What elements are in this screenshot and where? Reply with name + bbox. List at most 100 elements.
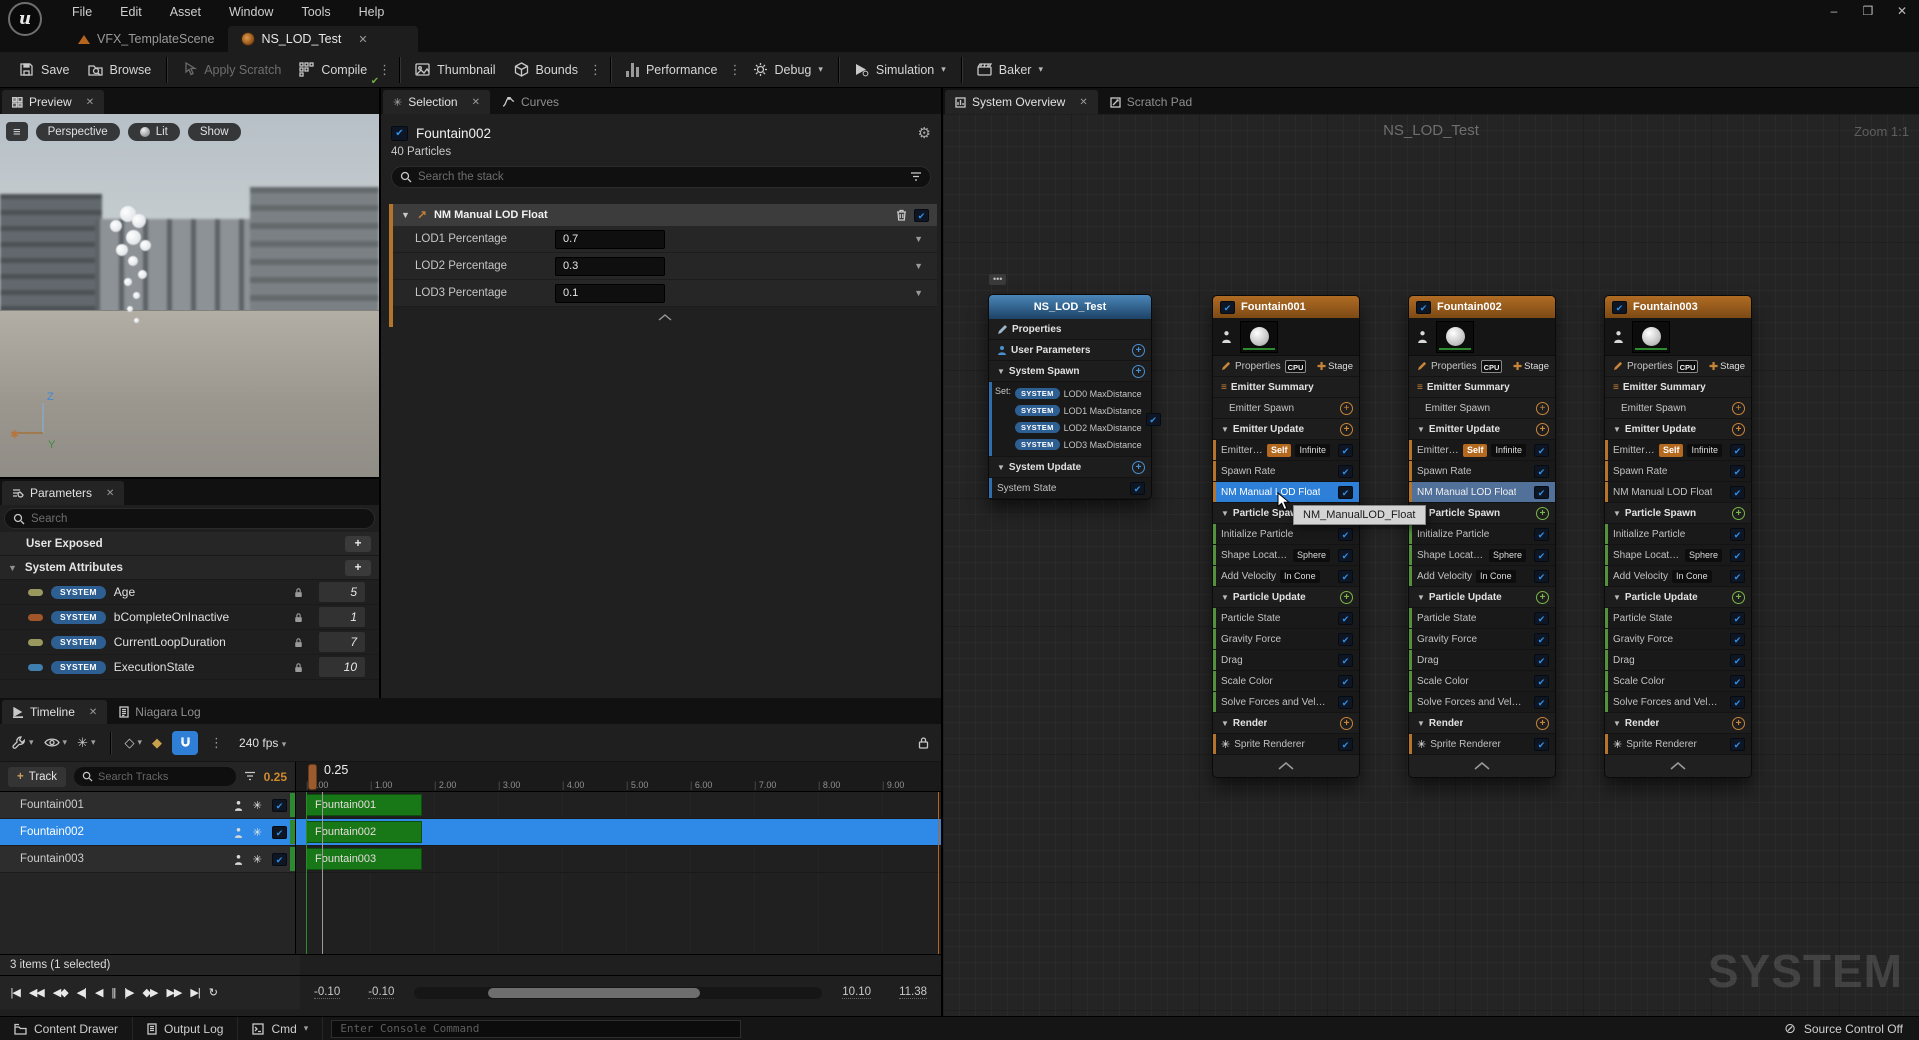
console-input[interactable]	[340, 1022, 732, 1035]
timeline-track-row[interactable]: Fountain002 ✳	[0, 819, 295, 846]
solve-forces-row[interactable]: Solve Forces and Velocity	[1409, 692, 1555, 713]
emitter-spawn-row[interactable]: Emitter Spawn	[1213, 398, 1359, 419]
add-icon[interactable]	[1732, 591, 1745, 604]
working-range-end[interactable]: 11.38	[899, 986, 927, 999]
system-node-header[interactable]: NS_LOD_Test	[989, 295, 1151, 319]
system-state-row[interactable]: System State	[989, 478, 1151, 499]
system-attribute-row[interactable]: SYSTEM Age 5	[0, 580, 379, 605]
tab-preview[interactable]: Preview ✕	[2, 90, 104, 114]
particle-state-row[interactable]: Particle State	[1213, 608, 1359, 629]
scale-color-row[interactable]: Scale Color	[1213, 671, 1359, 692]
properties-row[interactable]: Properties CPU ✚Stage	[1605, 356, 1751, 377]
gravity-force-row[interactable]: Gravity Force	[1409, 629, 1555, 650]
jump-to-start-button[interactable]: ◀◀	[24, 986, 48, 999]
properties-row[interactable]: Properties CPU ✚Stage	[1213, 356, 1359, 377]
goto-working-start-button[interactable]: |◀	[6, 986, 24, 999]
enabled-checkbox[interactable]	[1534, 549, 1549, 562]
collapse-arrow-icon[interactable]: ▼	[1613, 593, 1621, 602]
add-icon[interactable]	[1536, 402, 1549, 415]
playback-options-button[interactable]: ✳ ▾	[77, 735, 95, 751]
add-icon[interactable]	[1132, 344, 1145, 357]
content-drawer-button[interactable]: Content Drawer	[0, 1017, 133, 1040]
drag-row[interactable]: Drag	[1605, 650, 1751, 671]
system-spawn-row[interactable]: ▼ System Spawn	[989, 361, 1151, 382]
emitter-summary-row[interactable]: ≡ Emitter Summary	[1213, 377, 1359, 398]
tab-system-overview[interactable]: System Overview ✕	[945, 90, 1098, 114]
close-tab-icon[interactable]: ✕	[106, 488, 114, 499]
emitter-summary-row[interactable]: ≡ Emitter Summary	[1605, 377, 1751, 398]
render-row[interactable]: ▼ Render	[1605, 713, 1751, 734]
enabled-checkbox[interactable]	[1730, 486, 1745, 499]
pause-button[interactable]: ||	[107, 987, 120, 999]
add-icon[interactable]	[1536, 507, 1549, 520]
stage-button[interactable]: ✚Stage	[1513, 360, 1549, 373]
lod1-percentage-input[interactable]	[555, 230, 665, 249]
render-row[interactable]: ▼ Render	[1213, 713, 1359, 734]
source-control-button[interactable]: ⊘ Source Control Off	[1768, 1020, 1919, 1037]
stack-search[interactable]	[391, 166, 931, 188]
collapse-node-button[interactable]	[1213, 755, 1359, 777]
perspective-button[interactable]: Perspective	[36, 123, 120, 141]
drag-row[interactable]: Drag	[1213, 650, 1359, 671]
emitter-state-row[interactable]: Emitter State Self Infinite	[1409, 440, 1555, 461]
timeline-ruler[interactable]: 0.001.002.003.004.005.006.007.008.009.00…	[296, 762, 941, 791]
close-button[interactable]	[1885, 0, 1919, 24]
enabled-checkbox[interactable]	[1730, 612, 1745, 625]
emitter-time-bar[interactable]: Fountain003	[306, 848, 422, 870]
timeline-track-lane[interactable]: Fountain001	[296, 792, 941, 819]
add-icon[interactable]	[1732, 507, 1745, 520]
minimize-button[interactable]	[1817, 0, 1851, 24]
sprite-renderer-row[interactable]: ✳ Sprite Renderer	[1409, 734, 1555, 755]
filter-icon[interactable]	[910, 172, 922, 183]
add-icon[interactable]	[1536, 423, 1549, 436]
performance-button[interactable]: Performance	[617, 55, 727, 85]
enabled-checkbox[interactable]	[1338, 465, 1353, 478]
close-tab-icon[interactable]: ✕	[1079, 97, 1087, 108]
view-options-button[interactable]: ▾	[44, 737, 68, 748]
previous-keyframe-button[interactable]: ◀◆	[48, 986, 72, 999]
system-attributes-section[interactable]: ▼ System Attributes +	[0, 556, 379, 580]
collapse-arrow-icon[interactable]: ▼	[997, 367, 1005, 376]
solve-forces-row[interactable]: Solve Forces and Velocity	[1605, 692, 1751, 713]
menu-edit[interactable]: Edit	[106, 0, 156, 24]
collapse-arrow-icon[interactable]: ▼	[1417, 425, 1425, 434]
enabled-checkbox[interactable]	[1534, 738, 1549, 751]
add-icon[interactable]	[1732, 423, 1745, 436]
add-icon[interactable]	[1732, 717, 1745, 730]
enabled-checkbox[interactable]	[1338, 675, 1353, 688]
menu-tools[interactable]: Tools	[287, 0, 344, 24]
shape-location-row[interactable]: Shape Location Sphere	[1605, 545, 1751, 566]
module-enabled-checkbox[interactable]	[914, 209, 929, 222]
add-icon[interactable]	[1340, 423, 1353, 436]
tab-timeline[interactable]: Timeline ✕	[2, 700, 107, 724]
enabled-checkbox[interactable]	[1730, 633, 1745, 646]
enabled-checkbox[interactable]	[1730, 444, 1745, 457]
nm-manual-lod-float-row[interactable]: NM Manual LOD Float	[1409, 482, 1555, 503]
parameters-search-input[interactable]	[31, 513, 366, 525]
system-node[interactable]: NS_LOD_Test Properties User Parameters ▼…	[988, 294, 1152, 500]
initialize-particle-row[interactable]: Initialize Particle	[1409, 524, 1555, 545]
emitter-update-row[interactable]: ▼ Emitter Update	[1605, 419, 1751, 440]
system-attribute-row[interactable]: SYSTEM CurrentLoopDuration 7	[0, 630, 379, 655]
enabled-checkbox[interactable]	[1338, 738, 1353, 751]
burst-icon[interactable]: ✳	[253, 826, 262, 839]
collapse-arrow-icon[interactable]: ▼	[1221, 425, 1229, 434]
lod3-percentage-input[interactable]	[555, 284, 665, 303]
burst-icon[interactable]: ✳	[253, 853, 262, 866]
solve-forces-row[interactable]: Solve Forces and Velocity	[1213, 692, 1359, 713]
bounds-button[interactable]: Bounds	[505, 55, 587, 85]
sprite-renderer-row[interactable]: ✳ Sprite Renderer	[1213, 734, 1359, 755]
enabled-checkbox[interactable]	[1730, 570, 1745, 583]
output-log-button[interactable]: Output Log	[133, 1017, 238, 1040]
emitter-node[interactable]: Fountain002 Properties CPU ✚Stage ≡ Emit…	[1408, 295, 1556, 778]
collapse-node-button[interactable]	[1409, 755, 1555, 777]
chevron-down-icon[interactable]: ▼	[914, 234, 923, 244]
add-icon[interactable]	[1132, 365, 1145, 378]
gravity-force-row[interactable]: Gravity Force	[1213, 629, 1359, 650]
step-forward-button[interactable]: |▶	[120, 986, 138, 999]
enabled-checkbox[interactable]	[1146, 413, 1161, 426]
system-attribute-row[interactable]: SYSTEM bCompleteOnInactive 1	[0, 605, 379, 630]
enabled-checkbox[interactable]	[1534, 633, 1549, 646]
module-header[interactable]: ▼ ↗ NM Manual LOD Float	[393, 204, 937, 226]
particle-spawn-row[interactable]: ▼ Particle Spawn	[1409, 503, 1555, 524]
